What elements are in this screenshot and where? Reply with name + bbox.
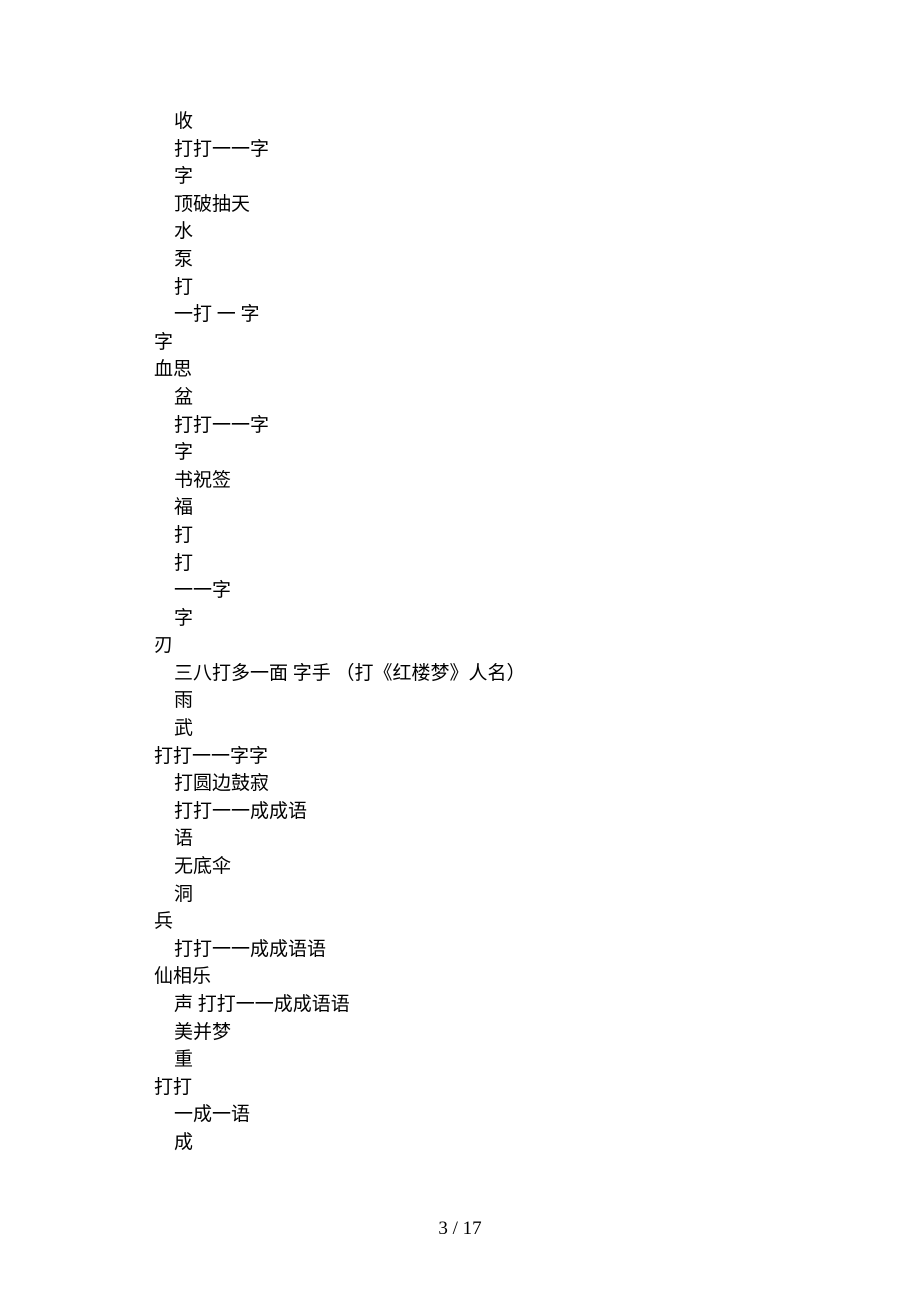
page-number: 3 / 17 <box>0 1218 920 1240</box>
text-line: 打打一一字 <box>154 136 774 164</box>
text-line: 声 打打一一成成语语 <box>154 991 774 1019</box>
text-line: 打打一一成成语 <box>154 798 774 826</box>
text-line: 仙相乐 <box>154 963 774 991</box>
text-line: 一打 一 字 <box>154 301 774 329</box>
text-line: 语 <box>154 825 774 853</box>
text-line: 字 <box>154 605 774 633</box>
text-line: 书祝签 <box>154 467 774 495</box>
text-line: 字 <box>154 163 774 191</box>
text-line: 血思 <box>154 356 774 384</box>
text-line: 打 <box>154 274 774 302</box>
text-line: 美并梦 <box>154 1019 774 1047</box>
text-line: 收 <box>154 108 774 136</box>
document-content: 收打打一一字字顶破抽天水泵打一打 一 字字血思盆打打一一字字书祝签福打打一一字字… <box>154 108 774 1157</box>
text-line: 水 <box>154 218 774 246</box>
text-line: 刃 <box>154 632 774 660</box>
text-line: 打打一一成成语语 <box>154 936 774 964</box>
text-line: 武 <box>154 715 774 743</box>
text-line: 一一字 <box>154 577 774 605</box>
text-line: 洞 <box>154 881 774 909</box>
text-line: 兵 <box>154 908 774 936</box>
text-line: 福 <box>154 494 774 522</box>
text-line: 顶破抽天 <box>154 191 774 219</box>
text-line: 盆 <box>154 384 774 412</box>
text-line: 打 <box>154 522 774 550</box>
text-line: 一成一语 <box>154 1101 774 1129</box>
text-line: 打圆边鼓寂 <box>154 770 774 798</box>
text-line: 打打一一字 <box>154 412 774 440</box>
text-line: 字 <box>154 439 774 467</box>
text-line: 打打一一字字 <box>154 743 774 771</box>
text-line: 三八打多一面 字手 （打《红楼梦》人名） <box>154 660 774 688</box>
text-line: 泵 <box>154 246 774 274</box>
text-line: 成 <box>154 1129 774 1157</box>
text-line: 雨 <box>154 687 774 715</box>
text-line: 重 <box>154 1046 774 1074</box>
text-line: 无底伞 <box>154 853 774 881</box>
text-line: 字 <box>154 329 774 357</box>
text-line: 打 <box>154 550 774 578</box>
text-line: 打打 <box>154 1074 774 1102</box>
